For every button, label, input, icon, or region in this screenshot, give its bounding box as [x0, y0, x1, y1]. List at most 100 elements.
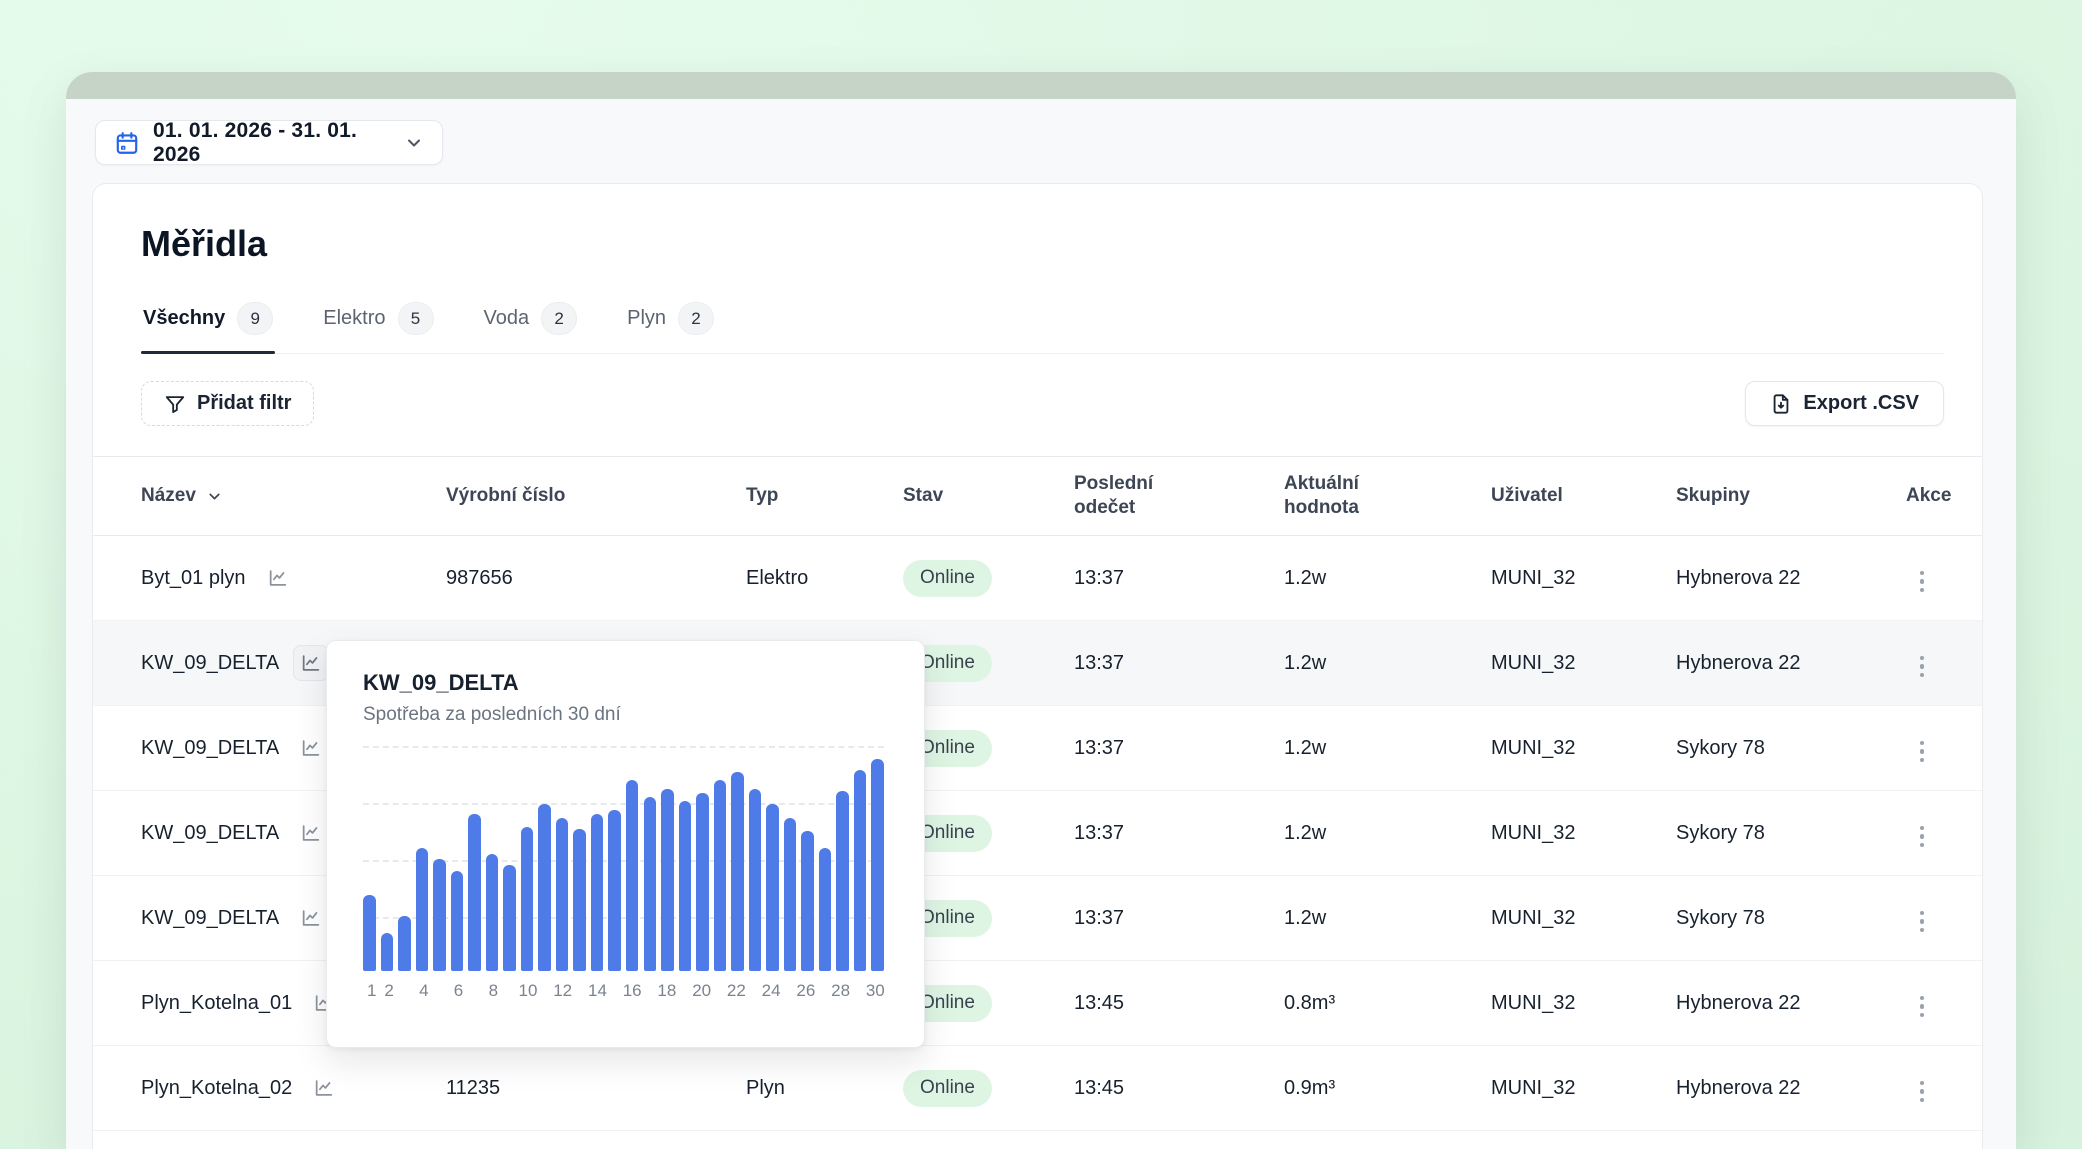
last-reading: 13:45 [1074, 1077, 1284, 1100]
tooltip-chart-x-labels: 124681012141618202224262830 [363, 981, 884, 1003]
tab-voda[interactable]: Voda 2 [482, 292, 580, 353]
chart-line-icon[interactable] [293, 815, 329, 851]
meter-name: KW_09_DELTA [141, 822, 279, 845]
funnel-icon [164, 393, 186, 415]
row-actions-menu[interactable] [1914, 735, 1931, 769]
chart-x-tick: 28 [831, 981, 850, 1001]
chart-line-icon[interactable] [293, 645, 329, 681]
chart-x-tick: 2 [384, 981, 393, 1001]
column-header-type: Typ [746, 485, 903, 507]
row-actions-menu[interactable] [1914, 565, 1931, 599]
meter-serial: 987656 [446, 567, 746, 590]
meter-user: MUNI_32 [1491, 1077, 1676, 1100]
status-badge: Online [903, 560, 992, 597]
chart-bar [801, 831, 814, 971]
tab-label: Voda [484, 307, 530, 330]
chart-line-icon[interactable] [306, 1070, 342, 1106]
chart-bar [486, 854, 499, 971]
meter-user: MUNI_32 [1491, 907, 1676, 930]
chart-bar [696, 793, 709, 971]
tab-count-badge: 5 [398, 302, 434, 335]
chart-bar [363, 895, 376, 971]
row-actions-menu[interactable] [1914, 905, 1931, 939]
add-filter-button[interactable]: Přidat filtr [141, 381, 314, 426]
tab-vsechny[interactable]: Všechny 9 [141, 292, 275, 353]
date-range-picker[interactable]: 1 01. 01. 2026 - 31. 01. 2026 [95, 120, 443, 165]
meter-name: KW_09_DELTA [141, 652, 279, 675]
table-row[interactable]: Plyn_Kotelna_02 11235 Plyn Online 13:45 … [93, 1046, 1982, 1131]
chart-x-tick: 12 [553, 981, 572, 1001]
chart-x-tick: 20 [692, 981, 711, 1001]
column-header-serial: Výrobní číslo [446, 485, 746, 507]
meter-name: Plyn_Kotelna_02 [141, 1077, 292, 1100]
meter-groups: Hybnerova 22 [1676, 652, 1906, 675]
current-value: 1.2w [1284, 652, 1491, 675]
last-reading: 13:37 [1074, 822, 1284, 845]
chart-bar [608, 810, 621, 971]
meter-user: MUNI_32 [1491, 822, 1676, 845]
row-actions-menu[interactable] [1914, 650, 1931, 684]
tab-elektro[interactable]: Elektro 5 [321, 292, 435, 353]
chart-bar [626, 780, 639, 971]
chart-x-tick: 16 [623, 981, 642, 1001]
meter-name: Byt_01 plyn [141, 567, 246, 590]
tab-label: Všechny [143, 307, 225, 330]
meter-serial: 11235 [446, 1077, 746, 1100]
chart-bar [433, 859, 446, 971]
chart-bar [398, 916, 411, 971]
chart-bar [503, 865, 516, 971]
status-badge: Online [903, 1070, 992, 1107]
column-header-last-reading: Poslední odečet [1074, 472, 1284, 520]
meter-user: MUNI_32 [1491, 992, 1676, 1015]
row-actions-menu[interactable] [1914, 1075, 1931, 1109]
export-csv-button[interactable]: Export .CSV [1745, 381, 1944, 426]
chart-bar [468, 814, 481, 971]
chart-x-tick: 4 [419, 981, 428, 1001]
column-header-actions: Akce [1906, 485, 1989, 507]
current-value: 0.9m³ [1284, 1077, 1491, 1100]
meter-user: MUNI_32 [1491, 567, 1676, 590]
last-reading: 13:37 [1074, 652, 1284, 675]
last-reading: 13:37 [1074, 737, 1284, 760]
chart-bar [871, 759, 884, 971]
chart-bar [731, 772, 744, 971]
tooltip-title: KW_09_DELTA [363, 669, 888, 697]
chart-bar [416, 848, 429, 971]
page-title: Měřidla [141, 222, 1944, 266]
chart-bar [556, 818, 569, 971]
meter-groups: Hybnerova 22 [1676, 567, 1906, 590]
meter-type: Plyn [746, 1077, 903, 1100]
table-row[interactable]: Byt_01 plyn 987656 Elektro Online 13:37 … [93, 536, 1982, 621]
chart-bar [819, 848, 832, 971]
toolbar: Přidat filtr Export .CSV [93, 354, 1982, 456]
chart-bar [644, 797, 657, 971]
chart-x-tick: 30 [866, 981, 885, 1001]
chart-bar [661, 789, 674, 971]
chart-bar [451, 871, 464, 971]
last-reading: 13:37 [1074, 567, 1284, 590]
table-row[interactable]: Online [93, 1131, 1982, 1149]
tab-plyn[interactable]: Plyn 2 [625, 292, 716, 353]
file-download-icon [1770, 393, 1792, 415]
current-value: 1.2w [1284, 567, 1491, 590]
tab-count-badge: 9 [237, 302, 273, 335]
meter-groups: Sykory 78 [1676, 822, 1906, 845]
chart-x-tick: 6 [454, 981, 463, 1001]
tab-label: Plyn [627, 307, 666, 330]
meter-groups: Hybnerova 22 [1676, 1077, 1906, 1100]
row-actions-menu[interactable] [1914, 990, 1931, 1024]
meter-groups: Hybnerova 22 [1676, 992, 1906, 1015]
column-header-name[interactable]: Název [93, 485, 446, 507]
column-header-current-value: Aktuální hodnota [1284, 472, 1491, 520]
tab-count-badge: 2 [678, 302, 714, 335]
tooltip-subtitle: Spotřeba za posledních 30 dní [363, 703, 888, 727]
row-actions-menu[interactable] [1914, 820, 1931, 854]
chart-line-icon[interactable] [293, 900, 329, 936]
chart-bar [521, 827, 534, 971]
chart-line-icon[interactable] [293, 730, 329, 766]
chart-bar [766, 804, 779, 972]
current-value: 1.2w [1284, 737, 1491, 760]
current-value: 1.2w [1284, 822, 1491, 845]
meter-type: Elektro [746, 567, 903, 590]
chart-line-icon[interactable] [260, 560, 296, 596]
